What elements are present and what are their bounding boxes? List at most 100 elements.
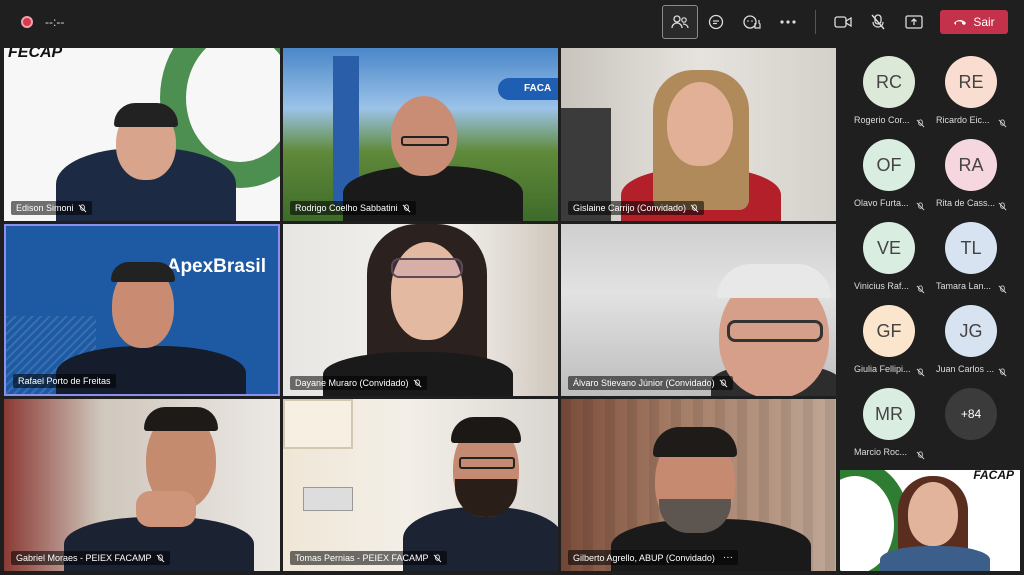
roster-name: Marcio Roc... <box>854 447 908 457</box>
roster-participant[interactable]: RA Rita de Cass... <box>921 127 1007 211</box>
avatar: +84 <box>945 388 997 440</box>
participant-face <box>667 82 733 166</box>
cabinet <box>283 399 353 449</box>
video-tile-active-speaker[interactable]: ApexBrasil Rafael Porto de Freitas <box>4 224 280 396</box>
ellipsis-icon <box>780 20 796 24</box>
participants-button[interactable] <box>662 5 698 39</box>
roster-name: Tamara Lan... <box>936 281 992 291</box>
avatar: RA <box>945 139 997 191</box>
roster-participant[interactable]: MR Marcio Roc... <box>839 376 925 460</box>
glasses <box>459 457 515 469</box>
video-tile[interactable]: Álvaro Stievano Júnior (Convidado) <box>561 224 836 396</box>
avatar: RC <box>863 56 915 108</box>
roster-participant[interactable]: OF Olavo Furta... <box>839 127 925 211</box>
video-tile[interactable]: FACA Rodrigo Coelho Sabbatini <box>283 48 558 221</box>
share-screen-button[interactable] <box>896 5 932 39</box>
participant-name-tag: Álvaro Stievano Júnior (Convidado) <box>568 376 733 390</box>
participant-name-tag: Rodrigo Coelho Sabbatini <box>290 201 416 215</box>
more-actions-button[interactable] <box>770 5 806 39</box>
apexbrasil-logo: ApexBrasil <box>166 256 266 277</box>
participant-name: Gilberto Agrello, ABUP (Convidado) <box>573 552 715 563</box>
participant-silhouette <box>56 346 246 394</box>
video-tile[interactable]: Gabriel Moraes - PEIEX FACAMP <box>4 399 280 571</box>
avatar: MR <box>863 388 915 440</box>
avatar: VE <box>863 222 915 274</box>
facamp-sign: FACA <box>498 78 558 100</box>
participant-name: Dayane Muraro (Convidado) <box>295 378 409 388</box>
participant-name: Edison Simoni <box>16 203 74 213</box>
mic-off-icon <box>413 378 421 387</box>
avatar: OF <box>863 139 915 191</box>
avatar: RE <box>945 56 997 108</box>
fecap-logo: FACAP <box>973 470 1014 482</box>
participant-name: Rafael Porto de Freitas <box>18 376 111 386</box>
mic-off-icon <box>433 553 441 562</box>
participant-roster: RC Rogerio Cor... RE Ricardo Eic... OF Olavo … <box>838 44 1024 464</box>
participant-name: Tomas Pernias - PEIEX FACAMP <box>295 553 429 563</box>
participant-silhouette <box>880 546 990 571</box>
share-screen-icon <box>905 15 923 29</box>
participant-name-tag: Tomas Pernias - PEIEX FACAMP <box>290 551 447 565</box>
participant-name-tag: Gislaine Carrijo (Convidado) <box>568 201 705 215</box>
roster-name: Rogerio Cor... <box>854 115 910 125</box>
people-icon <box>671 15 689 29</box>
toolbar-divider <box>815 10 816 34</box>
roster-name: Vinicius Raf... <box>854 281 909 291</box>
fecap-logo: FECAP <box>8 48 63 61</box>
participant-face <box>391 242 463 340</box>
roster-name: Rita de Cass... <box>936 198 996 208</box>
mic-off-icon <box>156 553 164 562</box>
mic-off-icon <box>690 203 699 212</box>
avatar: GF <box>863 305 915 357</box>
camera-icon <box>834 16 852 28</box>
mic-off-icon <box>78 203 86 212</box>
video-tile[interactable]: Dayane Muraro (Convidado) <box>283 224 558 396</box>
participant-name: Álvaro Stievano Júnior (Convidado) <box>573 378 715 388</box>
video-tile[interactable]: FECAP Edison Simoni <box>4 48 280 221</box>
glasses <box>727 320 823 342</box>
glasses <box>391 258 463 278</box>
microphone-button[interactable] <box>860 5 896 39</box>
hand <box>136 491 196 527</box>
self-view[interactable]: FACAP <box>840 470 1020 571</box>
roster-name: Juan Carlos ... <box>936 364 995 374</box>
roster-participant[interactable]: RE Ricardo Eic... <box>921 44 1007 128</box>
camera-button[interactable] <box>825 5 861 39</box>
mic-off-icon <box>402 203 410 212</box>
recording-indicator-icon <box>21 16 33 28</box>
meeting-toolbar: --:-- Sair <box>0 0 1024 44</box>
roster-name: Ricardo Eic... <box>936 115 990 125</box>
mic-off-icon <box>719 378 727 387</box>
video-tile[interactable]: Tomas Pernias - PEIEX FACAMP <box>283 399 558 571</box>
printer <box>303 487 353 511</box>
video-tile[interactable]: Gilberto Agrello, ABUP (Convidado) ··· <box>561 399 836 571</box>
roster-participant[interactable]: GF Giulia Fellipi... <box>839 293 925 377</box>
chat-button[interactable] <box>698 5 734 39</box>
participant-face <box>908 482 958 546</box>
participant-name: Gabriel Moraes - PEIEX FACAMP <box>16 553 152 563</box>
participant-name-tag: Rafael Porto de Freitas <box>13 374 116 388</box>
participant-name-tag: Gabriel Moraes - PEIEX FACAMP <box>11 551 170 565</box>
mic-off-icon <box>871 14 885 30</box>
raise-hand-icon <box>743 15 761 29</box>
leave-label: Sair <box>973 15 995 29</box>
roster-participant[interactable]: TL Tamara Lan... <box>921 210 1007 294</box>
avatar: JG <box>945 305 997 357</box>
participant-name-tag: Gilberto Agrello, ABUP (Convidado) ··· <box>568 550 738 565</box>
participant-name-tag: Edison Simoni <box>11 201 92 215</box>
participant-more-button[interactable]: ··· <box>723 552 733 563</box>
roster-name: Olavo Furta... <box>854 198 909 208</box>
participant-name: Gislaine Carrijo (Convidado) <box>573 203 687 213</box>
roster-name: Giulia Fellipi... <box>854 364 911 374</box>
roster-participant[interactable]: JG Juan Carlos ... <box>921 293 1007 377</box>
leave-button[interactable]: Sair <box>940 10 1008 34</box>
participant-name-tag: Dayane Muraro (Convidado) <box>290 376 427 390</box>
chat-icon <box>708 14 724 30</box>
video-tile[interactable]: Gislaine Carrijo (Convidado) <box>561 48 836 221</box>
reactions-button[interactable] <box>734 5 770 39</box>
more-participants-button[interactable]: +84 <box>921 376 1003 456</box>
roster-participant[interactable]: VE Vinicius Raf... <box>839 210 925 294</box>
meeting-timer: --:-- <box>45 15 65 29</box>
hang-up-icon <box>954 20 967 25</box>
roster-participant[interactable]: RC Rogerio Cor... <box>839 44 925 128</box>
